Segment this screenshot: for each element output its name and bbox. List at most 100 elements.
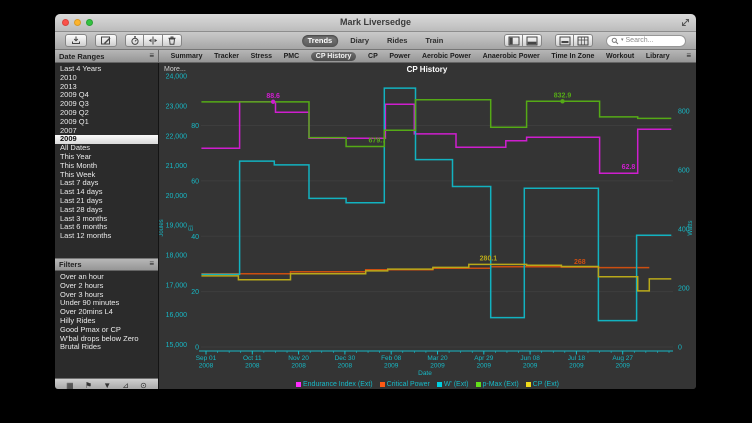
chart-tabs: Summary Tracker Stress PMC CP History CP Power… — [159, 52, 681, 61]
view-tab-diary[interactable]: Diary — [344, 35, 375, 47]
legend-item: CP (Ext) — [526, 381, 559, 388]
content-area: Last 4 Years201020132009 Q42009 Q32009 Q… — [55, 63, 696, 389]
window-title: Mark Liversedge — [55, 14, 696, 31]
legend-swatch-icon — [526, 382, 531, 387]
split-view-icon — [147, 35, 159, 46]
tab-time-in-zone[interactable]: Time In Zone — [551, 53, 594, 60]
x-tick-label: Feb 082009 — [381, 355, 402, 370]
trash-icon — [166, 35, 178, 46]
x-tick-label: Mar 202009 — [427, 355, 448, 370]
legend-swatch-icon — [437, 382, 442, 387]
joules-tick-label: 24,000 — [166, 74, 188, 81]
compose-button[interactable] — [95, 34, 117, 47]
view-tabs: Trends Diary Rides Train — [302, 35, 450, 47]
sidebar-footer-toolbar: ▦ ⚑ ▼ ⊿ ⊙ — [55, 378, 158, 389]
legend-item: Critical Power — [380, 381, 430, 388]
filters-list: Over an hourOver 2 hoursOver 3 hoursUnde… — [55, 271, 158, 352]
import-button[interactable] — [65, 34, 87, 47]
series-endurance-index-ext- — [201, 102, 671, 173]
filters-hamburger-icon[interactable]: ≡ — [149, 260, 154, 268]
more-link[interactable]: More... — [164, 66, 186, 73]
panel-bottom-icon — [526, 36, 538, 46]
bookmark-icon[interactable]: ⚑ — [85, 379, 92, 389]
x-tick-label: Dec 302008 — [335, 355, 356, 370]
x-tick-label: Jun 082009 — [520, 355, 540, 370]
bottombar-toggle-button[interactable] — [523, 34, 542, 47]
legend-item: p-Max (Ext) — [476, 381, 519, 388]
tab-cp[interactable]: CP — [368, 53, 378, 60]
view-tab-rides[interactable]: Rides — [381, 35, 413, 47]
joules-tick-label: 21,000 — [166, 163, 188, 170]
joules-axis-title: Joules — [159, 219, 165, 236]
joules-tick-label: 15,000 — [166, 342, 188, 349]
joules-tick-label: 17,000 — [166, 282, 188, 289]
minimize-button[interactable] — [74, 19, 81, 26]
x-tick-label: Sep 012008 — [196, 355, 217, 370]
grid-view-button[interactable] — [574, 34, 593, 47]
search-placeholder: Search... — [626, 37, 654, 44]
annotation-label: 62.8 — [622, 164, 636, 171]
joules-tick-label: 23,000 — [166, 104, 188, 111]
view-tab-train[interactable]: Train — [419, 35, 449, 47]
annotation-dot — [271, 100, 275, 104]
tab-library[interactable]: Library — [646, 53, 670, 60]
legend-label: Endurance Index (Ext) — [303, 381, 373, 388]
tab-workout[interactable]: Workout — [606, 53, 634, 60]
legend-item: W' (Ext) — [437, 381, 469, 388]
tab-aerobic-power[interactable]: Aerobic Power — [422, 53, 471, 60]
x-tick-label: Oct 112008 — [243, 355, 262, 370]
series-p-max-ext- — [201, 100, 671, 147]
tab-pmc[interactable]: PMC — [284, 53, 300, 60]
split-view-button[interactable] — [144, 34, 163, 47]
tab-anaerobic-power[interactable]: Anaerobic Power — [483, 53, 540, 60]
filter-icon[interactable]: ▼ — [103, 379, 111, 389]
stopwatch-button[interactable] — [125, 34, 144, 47]
annotation-label: 679.7 — [369, 137, 387, 144]
compose-icon — [100, 35, 112, 46]
tab-power[interactable]: Power — [389, 53, 410, 60]
annotation-label: 268 — [574, 259, 586, 266]
annotation-label: 832.9 — [554, 92, 572, 99]
trash-button[interactable] — [163, 34, 182, 47]
x-tick-label: Jul 182009 — [568, 355, 586, 370]
view-tab-trends[interactable]: Trends — [302, 35, 339, 47]
zoom-button[interactable] — [86, 19, 93, 26]
watts-tick-label: 0 — [678, 345, 682, 352]
watts-axis-title: Watts — [688, 220, 694, 235]
watts-tick-label: 200 — [678, 286, 690, 293]
legend-label: W' (Ext) — [444, 381, 469, 388]
tab-summary[interactable]: Summary — [171, 53, 203, 60]
search-scope-caret-icon[interactable]: ▾ — [621, 38, 624, 43]
legend-swatch-icon — [476, 382, 481, 387]
sidebar-toggle-button[interactable] — [504, 34, 523, 47]
calendar-icon[interactable]: ▦ — [66, 379, 74, 389]
legend-swatch-icon — [380, 382, 385, 387]
close-button[interactable] — [62, 19, 69, 26]
chart-legend: Endurance Index (Ext) Critical Power W' (E… — [159, 381, 696, 388]
bar-view-button[interactable] — [555, 34, 574, 47]
cp-history-chart[interactable]: More...CP History24,00023,00022,00021,00… — [159, 63, 696, 389]
gear-icon[interactable]: ⊙ — [140, 379, 147, 389]
series-w-ext- — [201, 88, 671, 321]
chart-area: More...CP History24,00023,00022,00021,00… — [159, 63, 696, 389]
tab-cp-history[interactable]: CP History — [311, 52, 357, 61]
filters-header: Filters ≡ — [55, 258, 158, 271]
hamburger-icon[interactable]: ≡ — [149, 52, 154, 60]
filter-item[interactable]: Brutal Rides — [55, 343, 158, 352]
chart-icon[interactable]: ⊿ — [122, 379, 129, 389]
series-critical-power — [201, 267, 649, 274]
search-input[interactable]: ▾ Search... — [606, 35, 686, 47]
date-range-item[interactable]: Last 12 months — [55, 232, 158, 241]
joules-tick-label: 22,000 — [166, 133, 188, 140]
import-icon — [70, 35, 82, 46]
tab-stress[interactable]: Stress — [251, 53, 272, 60]
chart-menu-hamburger-icon[interactable]: ≡ — [681, 52, 696, 60]
tab-tracker[interactable]: Tracker — [214, 53, 239, 60]
annotation-label: 280.1 — [480, 255, 498, 262]
joules-tick-label: 20,000 — [166, 193, 188, 200]
x-tick-label: Aug 272009 — [612, 355, 633, 370]
title-bar: Mark Liversedge — [55, 14, 696, 32]
ei-tick-label: 80 — [191, 123, 199, 130]
fullscreen-icon[interactable] — [681, 18, 690, 27]
screen: { "window": { "title": "Mark Liversedge"… — [0, 0, 752, 423]
